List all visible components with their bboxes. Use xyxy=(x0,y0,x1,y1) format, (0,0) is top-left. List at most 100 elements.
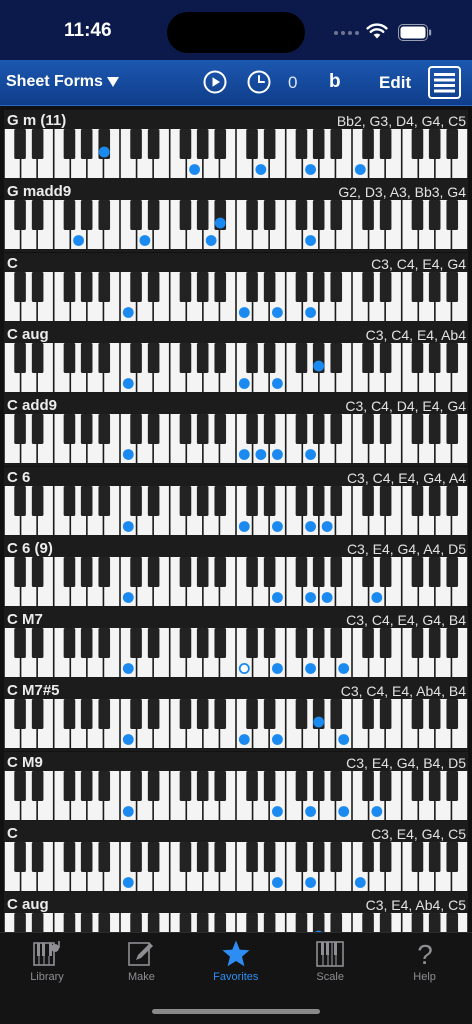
black-key[interactable] xyxy=(446,699,459,730)
black-key[interactable] xyxy=(295,342,308,373)
black-key[interactable] xyxy=(330,842,343,872)
black-key[interactable] xyxy=(446,842,459,872)
black-key[interactable] xyxy=(263,699,276,730)
black-key[interactable] xyxy=(362,842,374,872)
black-key[interactable] xyxy=(246,770,258,801)
chord-row[interactable]: C aug C3, C4, E4, Ab4 xyxy=(4,323,468,395)
piano-keyboard[interactable] xyxy=(4,628,468,679)
black-key[interactable] xyxy=(428,129,441,159)
black-key[interactable] xyxy=(379,200,392,231)
piano-keyboard[interactable] xyxy=(4,699,468,750)
black-key[interactable] xyxy=(63,129,76,159)
black-key[interactable] xyxy=(130,414,142,445)
black-key[interactable] xyxy=(330,913,343,932)
black-key[interactable] xyxy=(63,913,76,932)
black-key[interactable] xyxy=(179,770,192,801)
black-key[interactable] xyxy=(196,414,209,445)
black-key[interactable] xyxy=(362,770,374,801)
black-key[interactable] xyxy=(246,842,258,872)
flat-toggle-button[interactable]: b xyxy=(329,71,341,93)
black-key[interactable] xyxy=(179,129,192,159)
black-key[interactable] xyxy=(428,200,441,231)
black-key[interactable] xyxy=(63,200,76,231)
black-key[interactable] xyxy=(330,414,343,445)
black-key[interactable] xyxy=(263,842,276,872)
black-key[interactable] xyxy=(312,842,325,872)
clock-button[interactable] xyxy=(247,70,271,94)
black-key[interactable] xyxy=(80,342,93,373)
black-key[interactable] xyxy=(446,271,459,302)
black-key[interactable] xyxy=(130,699,142,730)
black-key[interactable] xyxy=(63,628,76,659)
black-key[interactable] xyxy=(14,628,26,659)
black-key[interactable] xyxy=(63,770,76,801)
chord-row[interactable]: C 6 (9) C3, E4, G4, A4, D5 xyxy=(4,537,468,609)
chord-row[interactable]: G m (11) Bb2, G3, D4, G4, C5 xyxy=(4,110,468,181)
chord-row[interactable]: C 6 C3, C4, E4, G4, A4 xyxy=(4,466,468,538)
black-key[interactable] xyxy=(98,414,111,445)
black-key[interactable] xyxy=(196,342,209,373)
black-key[interactable] xyxy=(295,271,308,302)
black-key[interactable] xyxy=(246,913,258,932)
black-key[interactable] xyxy=(312,129,325,159)
black-key[interactable] xyxy=(196,271,209,302)
black-key[interactable] xyxy=(147,628,160,659)
black-key[interactable] xyxy=(428,556,441,587)
black-key[interactable] xyxy=(362,342,374,373)
black-key[interactable] xyxy=(379,556,392,587)
black-key[interactable] xyxy=(446,485,459,516)
black-key[interactable] xyxy=(130,556,142,587)
black-key[interactable] xyxy=(379,842,392,872)
black-key[interactable] xyxy=(330,485,343,516)
black-key[interactable] xyxy=(312,913,325,932)
black-key[interactable] xyxy=(362,129,374,159)
black-key[interactable] xyxy=(179,414,192,445)
black-key[interactable] xyxy=(179,200,192,231)
black-key[interactable] xyxy=(31,342,44,373)
black-key[interactable] xyxy=(31,770,44,801)
black-key[interactable] xyxy=(98,842,111,872)
edit-button[interactable]: Edit xyxy=(379,73,411,93)
black-key[interactable] xyxy=(14,842,26,872)
black-key[interactable] xyxy=(295,414,308,445)
tab-make[interactable]: Make xyxy=(94,939,188,995)
sheet-forms-dropdown[interactable]: Sheet Forms xyxy=(6,73,103,91)
black-key[interactable] xyxy=(246,342,258,373)
black-key[interactable] xyxy=(14,485,26,516)
black-key[interactable] xyxy=(379,628,392,659)
black-key[interactable] xyxy=(312,485,325,516)
black-key[interactable] xyxy=(263,271,276,302)
black-key[interactable] xyxy=(295,699,308,730)
black-key[interactable] xyxy=(379,699,392,730)
black-key[interactable] xyxy=(63,485,76,516)
chord-row[interactable]: G madd9 G2, D3, A3, Bb3, G4 xyxy=(4,181,468,253)
play-button[interactable] xyxy=(203,70,227,94)
black-key[interactable] xyxy=(362,913,374,932)
black-key[interactable] xyxy=(14,699,26,730)
black-key[interactable] xyxy=(295,628,308,659)
black-key[interactable] xyxy=(295,485,308,516)
black-key[interactable] xyxy=(147,770,160,801)
black-key[interactable] xyxy=(312,200,325,231)
black-key[interactable] xyxy=(214,842,227,872)
black-key[interactable] xyxy=(246,271,258,302)
black-key[interactable] xyxy=(196,699,209,730)
black-key[interactable] xyxy=(330,556,343,587)
black-key[interactable] xyxy=(196,628,209,659)
black-key[interactable] xyxy=(130,342,142,373)
tab-favorites[interactable]: Favorites xyxy=(189,939,283,995)
black-key[interactable] xyxy=(246,200,258,231)
black-key[interactable] xyxy=(14,129,26,159)
black-key[interactable] xyxy=(214,129,227,159)
black-key[interactable] xyxy=(263,556,276,587)
black-key[interactable] xyxy=(379,342,392,373)
black-key[interactable] xyxy=(14,913,26,932)
black-key[interactable] xyxy=(31,485,44,516)
piano-keyboard[interactable] xyxy=(4,414,468,465)
black-key[interactable] xyxy=(428,271,441,302)
black-key[interactable] xyxy=(428,628,441,659)
chord-row[interactable]: C M7 C3, C4, E4, G4, B4 xyxy=(4,609,468,681)
black-key[interactable] xyxy=(214,485,227,516)
tab-help[interactable]: ? Help xyxy=(378,939,472,995)
black-key[interactable] xyxy=(130,770,142,801)
